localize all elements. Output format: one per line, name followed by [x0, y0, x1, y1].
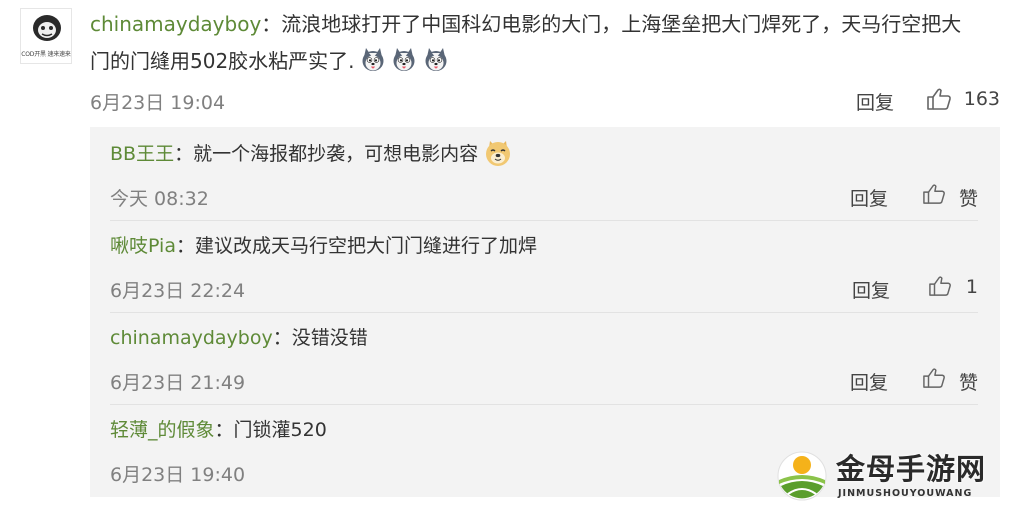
reply-button[interactable]: 回复: [850, 184, 888, 211]
reply-username[interactable]: 轻薄_的假象: [110, 419, 215, 441]
site-watermark: 金母手游网 JINMUSHOUYOUWANG: [776, 450, 1004, 506]
reply-button[interactable]: 回复: [850, 368, 888, 395]
thumbs-up-icon[interactable]: [928, 275, 952, 297]
like-count[interactable]: 1: [966, 276, 978, 298]
reply-text: 就一个海报都抄袭，可想电影内容: [193, 143, 479, 165]
reply-separator: ：: [214, 419, 234, 441]
comment-time: 6月23日 19:04: [90, 92, 226, 114]
watermark-title: 金母手游网: [836, 452, 987, 486]
watermark-subtitle: JINMUSHOUYOUWANG: [838, 488, 973, 499]
divider: [110, 220, 978, 221]
reply-line: 轻薄_的假象：门锁灌520: [110, 413, 327, 447]
reply-separator: ：: [272, 327, 292, 349]
reply-text: 门锁灌520: [233, 419, 327, 441]
thumbs-up-icon[interactable]: [922, 367, 946, 389]
doge-emoji-icon: [484, 139, 512, 167]
reply-time: 6月23日 19:40: [110, 464, 246, 486]
comment-meta: 6月23日 19:04 回复 163: [90, 86, 1000, 116]
reply-button[interactable]: 回复: [856, 88, 894, 115]
comment-text-line-2: 门的门缝用502胶水粘严实了.: [90, 49, 355, 73]
reply-separator: ：: [175, 235, 195, 257]
site-logo-icon: [777, 451, 827, 501]
reply-line: 啾吱Pia：建议改成天马行空把大门门缝进行了加焊: [110, 229, 537, 263]
comment-body: chinamaydayboy：流浪地球打开了中国科幻电影的大门，上海堡垒把大门焊…: [90, 6, 1002, 80]
comment-text-line-1: 流浪地球打开了中国科幻电影的大门，上海堡垒把大门焊死了，天马行空把大: [281, 12, 962, 36]
comment-username[interactable]: chinamaydayboy: [90, 12, 261, 36]
husky-emoji-icon: [424, 47, 448, 73]
reply-button[interactable]: 回复: [852, 276, 890, 303]
husky-emoji-icon: [392, 47, 416, 73]
divider: [110, 312, 978, 313]
avatar[interactable]: COD开黑 速来速来: [20, 8, 72, 64]
avatar-face-icon: [33, 15, 61, 41]
like-count[interactable]: 163: [964, 88, 1000, 110]
husky-emoji-icon: [361, 47, 385, 73]
reply-list: BB王王：就一个海报都抄袭，可想电影内容 今天 08:32 回复 赞 啾吱Pia…: [90, 127, 1000, 497]
comment-line-1: chinamaydayboy：流浪地球打开了中国科幻电影的大门，上海堡垒把大门焊…: [90, 6, 1002, 43]
reply-time: 6月23日 21:49: [110, 372, 246, 394]
reply-text: 建议改成天马行空把大门门缝进行了加焊: [194, 235, 537, 257]
reply-item: chinamaydayboy：没错没错 6月23日 21:49 回复 赞: [110, 321, 978, 413]
thumbs-up-icon[interactable]: [922, 183, 946, 205]
reply-username[interactable]: 啾吱Pia: [110, 235, 176, 257]
thumbs-up-icon[interactable]: [926, 87, 952, 111]
reply-text: 没错没错: [291, 327, 368, 349]
like-button[interactable]: 赞: [959, 184, 978, 211]
reply-line: BB王王：就一个海报都抄袭，可想电影内容: [110, 137, 513, 171]
reply-line: chinamaydayboy：没错没错: [110, 321, 368, 355]
reply-time: 6月23日 22:24: [110, 280, 246, 302]
reply-separator: ：: [174, 143, 194, 165]
like-button[interactable]: 赞: [959, 368, 978, 395]
comment-separator: ：: [261, 12, 282, 36]
reply-username[interactable]: BB王王: [110, 143, 174, 165]
reply-item: 啾吱Pia：建议改成天马行空把大门门缝进行了加焊 6月23日 22:24 回复 …: [110, 229, 978, 321]
reply-item: BB王王：就一个海报都抄袭，可想电影内容 今天 08:32 回复 赞: [110, 137, 978, 229]
reply-time: 今天 08:32: [110, 188, 209, 210]
comment-line-2: 门的门缝用502胶水粘严实了.: [90, 43, 1002, 80]
reply-username[interactable]: chinamaydayboy: [110, 327, 273, 349]
avatar-caption: COD开黑 速来速来: [21, 51, 71, 58]
divider: [110, 404, 978, 405]
